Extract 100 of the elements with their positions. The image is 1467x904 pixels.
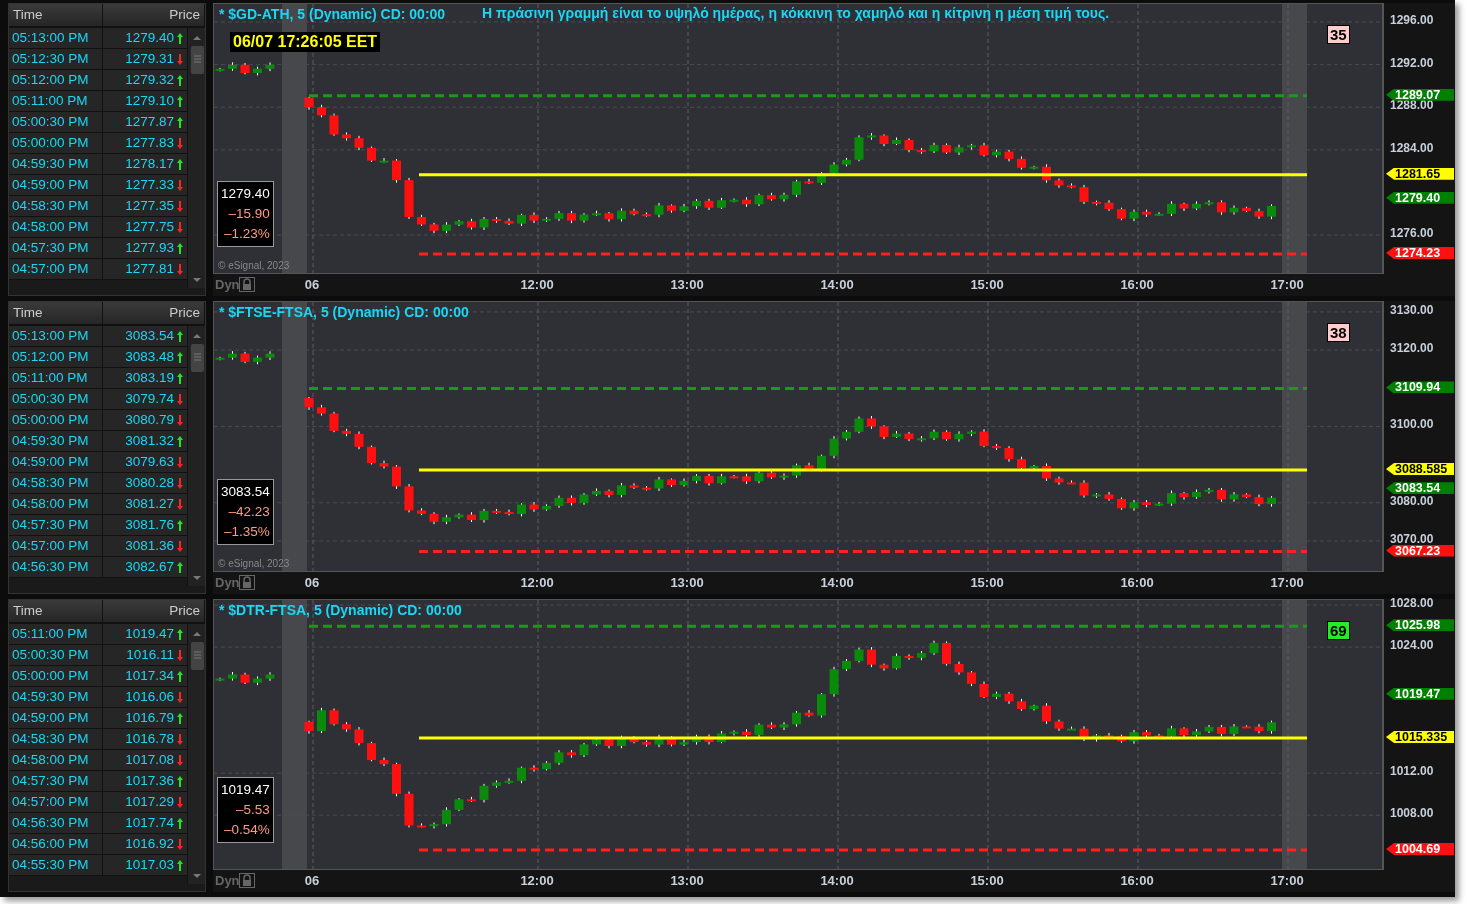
table-cell-text: 3079.74 [124, 390, 175, 408]
chart-title: * $GD-ATH, 5 (Dynamic) CD: 00:00 [219, 6, 446, 22]
last-price: 1019.47 [221, 781, 270, 799]
axis-label: 1276.00 [1390, 228, 1434, 239]
axis-label: 1008.00 [1390, 808, 1434, 820]
percent-change: –1.23% [224, 225, 270, 243]
axis-label: 15:00 [970, 277, 1004, 292]
count-badge: 38 [1327, 323, 1350, 342]
axis-label: 13:00 [670, 873, 704, 888]
price-marker: 3067.23 [1386, 544, 1454, 557]
axis-label: 14:00 [820, 873, 854, 888]
table-cell-text: 1279.31 [124, 50, 175, 68]
table-cell-text: 1016.11 [125, 646, 175, 664]
table-cell-text: 3081.76 [124, 516, 175, 534]
copyright-text: © eSignal, 2023 [218, 558, 290, 569]
price-marker: 3088.585 [1386, 463, 1454, 475]
table-cell: 05:11:00 PM [9, 91, 103, 111]
table-cell: 04:56:30 PM [9, 557, 103, 577]
axis-label: 13:00 [670, 575, 704, 590]
table-cell: 05:12:00 PM [9, 70, 103, 90]
axis-label: 15:00 [970, 873, 1004, 888]
table-cell: 04:58:00 PM [9, 217, 103, 237]
last-price: 3083.54 [221, 483, 270, 501]
axis-label: 1296.00 [1390, 14, 1434, 26]
table-cell-text: 3080.79 [124, 411, 175, 429]
table-cell: 05:11:00 PM [9, 624, 103, 644]
table-cell: 04:58:00 PM [9, 750, 103, 770]
axis-label: 14:00 [820, 277, 854, 292]
table-cell-text: 3083.54 [124, 327, 175, 345]
table-cell-text: 3082.67 [124, 558, 175, 576]
axis-label: 12:00 [520, 873, 554, 888]
table-cell: 04:57:00 PM [9, 792, 103, 812]
table-cell: 05:00:30 PM [9, 112, 103, 132]
table-cell: 04:59:30 PM [9, 687, 103, 707]
table-cell-text: 1279.10 [124, 92, 175, 110]
axis-label: 06 [304, 575, 320, 590]
axis-label: 15:00 [970, 575, 1004, 590]
dyn-label: Dyn [215, 277, 240, 292]
column-header[interactable]: Price [103, 4, 205, 26]
table-cell-text: 1279.32 [124, 71, 175, 89]
price-marker: 3109.94 [1386, 381, 1454, 394]
table-cell: 04:57:00 PM [9, 259, 103, 279]
column-header[interactable]: Price [103, 600, 205, 622]
table-cell-text: 1017.36 [124, 772, 175, 790]
axis-label: 3080.00 [1390, 495, 1434, 507]
chart-title: * $DTR-FTSA, 5 (Dynamic) CD: 00:00 [219, 602, 462, 618]
table-cell-text: 3079.63 [124, 453, 175, 471]
table-cell: 04:57:00 PM [9, 536, 103, 556]
column-header[interactable]: Time [9, 302, 103, 324]
table-cell-text: 3081.32 [124, 432, 175, 450]
table-cell-text: 1019.47 [124, 625, 175, 643]
price-marker: 1025.98 [1386, 619, 1454, 632]
chart-title: * $FTSE-FTSA, 5 (Dynamic) CD: 00:00 [219, 304, 469, 320]
dyn-label: Dyn [215, 873, 240, 888]
table-cell-text: 1017.03 [124, 856, 175, 874]
axis-label: 16:00 [1120, 575, 1154, 590]
axis-label: 1292.00 [1390, 57, 1434, 69]
table-cell-text: 1277.33 [124, 176, 175, 194]
table-cell-text: 1016.79 [124, 709, 175, 727]
axis-label: 3070.00 [1390, 533, 1434, 545]
table-cell-text: 1277.87 [124, 113, 175, 131]
column-header[interactable]: Time [9, 4, 103, 26]
table-cell-text: 1017.08 [124, 751, 175, 769]
table-cell-text: 1016.78 [124, 730, 175, 748]
axis-label: 1288.00 [1390, 100, 1434, 112]
axis-label: 16:00 [1120, 873, 1154, 888]
date-label: 06/07 17:26:05 EET [230, 32, 381, 52]
axis-label: 1012.00 [1390, 766, 1434, 778]
table-cell: 04:58:30 PM [9, 196, 103, 216]
price-marker: 1004.69 [1386, 842, 1454, 855]
table-cell: 04:56:30 PM [9, 813, 103, 833]
table-cell-text: 3080.28 [124, 474, 175, 492]
count-badge: 69 [1327, 621, 1350, 640]
table-cell: 05:00:30 PM [9, 389, 103, 409]
price-marker: 1015.335 [1386, 731, 1454, 744]
table-cell: 04:55:30 PM [9, 855, 103, 875]
table-cell: 05:00:00 PM [9, 410, 103, 430]
last-price: 1279.40 [221, 185, 270, 203]
axis-label: 1028.00 [1390, 598, 1434, 609]
table-cell-text: 1017.29 [124, 793, 175, 811]
axis-label: 1284.00 [1390, 142, 1434, 154]
table-cell: 04:57:30 PM [9, 771, 103, 791]
column-header[interactable]: Price [103, 302, 205, 324]
axis-label: 3130.00 [1390, 304, 1434, 316]
table-cell-text: 1279.40 [124, 29, 175, 47]
column-header[interactable]: Time [9, 600, 103, 622]
price-marker: 1279.40 [1386, 191, 1454, 204]
table-cell: 04:59:30 PM [9, 431, 103, 451]
table-cell-text: 1277.93 [124, 239, 175, 257]
axis-label: 12:00 [520, 277, 554, 292]
table-cell-text: 1277.75 [124, 218, 175, 236]
table-cell: 04:57:30 PM [9, 515, 103, 535]
axis-label: 3100.00 [1390, 419, 1434, 431]
price-change: –15.90 [228, 205, 270, 223]
table-cell: 04:58:30 PM [9, 729, 103, 749]
table-cell: 04:58:00 PM [9, 494, 103, 514]
axis-label: 17:00 [1270, 873, 1304, 888]
table-cell: 04:59:00 PM [9, 175, 103, 195]
table-cell: 05:13:00 PM [9, 28, 103, 48]
table-cell: 05:11:00 PM [9, 368, 103, 388]
